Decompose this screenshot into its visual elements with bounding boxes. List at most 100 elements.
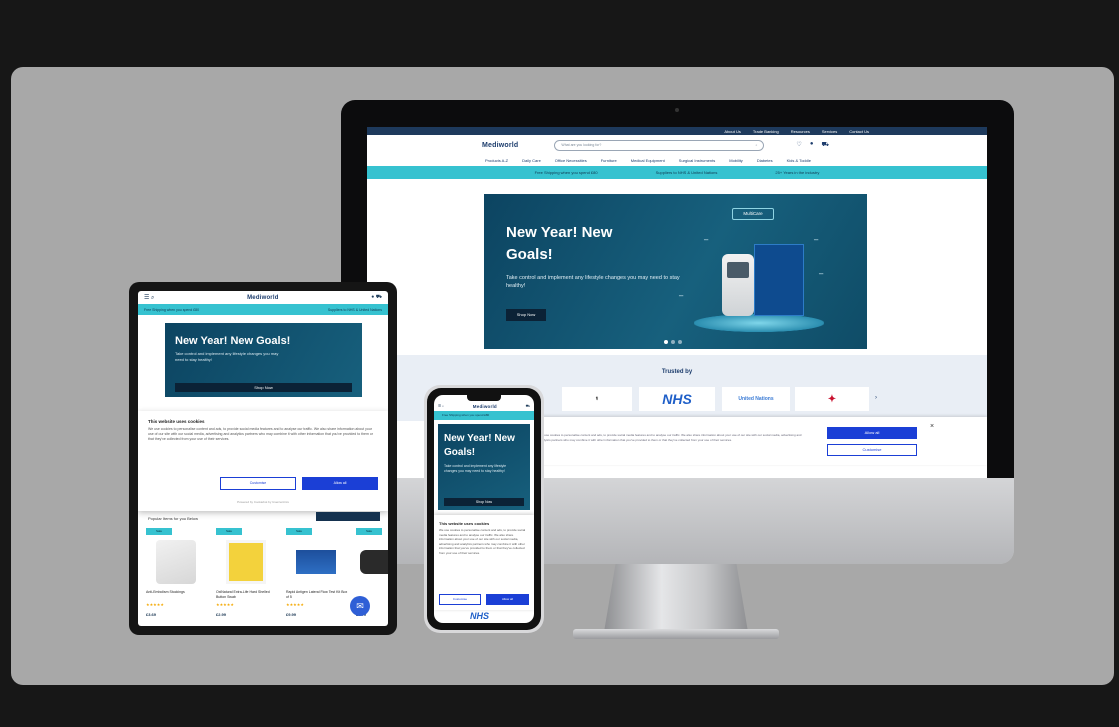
cookie-text: We use cookies to personalise content an… xyxy=(148,427,373,441)
shop-now-button[interactable]: Shop Now xyxy=(175,383,352,392)
cart-icon[interactable]: ⛟ xyxy=(526,404,530,409)
phone-mockup: ☰ ⌕ Mediworld ⛟ Free Shipping when you s… xyxy=(424,385,544,633)
sale-badge: Sale xyxy=(146,528,172,535)
glucose-meter-image xyxy=(722,254,754,316)
hero-banner[interactable]: New Year! New Goals! Take control and im… xyxy=(165,323,362,397)
product-price: £9.99 xyxy=(286,612,297,617)
nav-item[interactable]: Office Necessities xyxy=(555,158,587,163)
hero-banner[interactable]: New Year! New Goals! Take control and im… xyxy=(438,424,530,510)
shipping-message: Suppliers to NHS & United Nations xyxy=(327,307,382,312)
tablet-header: ☰ ⌕ Mediworld ● ⛟ xyxy=(138,291,388,304)
allow-all-button[interactable]: Allow all xyxy=(486,594,529,605)
logo[interactable]: Mediworld xyxy=(473,404,497,409)
topbar-link[interactable]: Contact Us xyxy=(849,129,869,134)
product-box-image xyxy=(754,244,804,316)
product-card[interactable]: Sale Rapid Antigen Lateral Flow Test Kit… xyxy=(286,528,348,623)
product-image xyxy=(296,550,336,574)
nav-item[interactable]: Kids & Toddle xyxy=(787,158,811,163)
topbar-link[interactable]: About Us xyxy=(724,129,740,134)
customise-button[interactable]: Customise xyxy=(439,594,481,605)
product-name: Anti-Embolism Stockings xyxy=(146,590,185,594)
un-logo: United Nations xyxy=(722,387,790,411)
camera-icon xyxy=(675,108,679,112)
topbar-link[interactable]: Services xyxy=(822,129,837,134)
callout-line: ━━ xyxy=(819,272,824,276)
cookie-title: This website uses cookies xyxy=(439,521,490,526)
hero-title: New Year! New Goals! xyxy=(506,224,613,263)
topbar-link[interactable]: Trade Banking xyxy=(753,129,779,134)
hero-text: Take control and implement any lifestyle… xyxy=(444,464,507,473)
close-icon[interactable]: × xyxy=(930,423,934,430)
imac-stand xyxy=(604,564,748,632)
phone-bezel: ☰ ⌕ Mediworld ⛟ Free Shipping when you s… xyxy=(427,388,541,630)
nav-item[interactable]: Surgical Instruments xyxy=(679,158,715,163)
podium-graphic xyxy=(694,314,824,332)
section-title: Popular Items for you Below xyxy=(148,516,199,521)
wishlist-icon[interactable]: ♡ xyxy=(796,141,801,149)
product-card[interactable]: Sale OxiNatural Extra-Life Hard Shelled … xyxy=(216,528,278,623)
star-rating: ★★★★★ xyxy=(146,602,164,607)
tablet-mockup: ☰ ⌕ Mediworld ● ⛟ Free Shipping when you… xyxy=(129,282,397,635)
search-icon[interactable]: ⌕ xyxy=(755,143,757,147)
view-all-button[interactable] xyxy=(316,512,380,521)
product-card[interactable]: Sale Anti-Embolism Stockings ★★★★★ £3.69 xyxy=(146,528,208,623)
nav-item[interactable]: Products A-Z xyxy=(485,158,508,163)
top-utility-bar: About Us Trade Banking Resources Service… xyxy=(367,127,987,135)
nhs-logo: NHS xyxy=(639,387,715,411)
callout-line: ━━ xyxy=(704,238,709,242)
chevron-right-icon[interactable]: › xyxy=(875,395,877,401)
site-header: Mediworld What are you looking for? ⌕ ♡ … xyxy=(367,135,987,155)
nav-item[interactable]: Diabetes xyxy=(757,158,773,163)
callout-line: ━━ xyxy=(814,238,819,242)
chat-icon[interactable]: ✉ xyxy=(350,596,370,616)
shipping-bar: Free Shipping when you spend £80 xyxy=(434,411,534,420)
powered-by: Powered by Cookiebot by Usercentrics xyxy=(237,500,289,504)
main-nav: Products A-Z Daily Care Office Necessiti… xyxy=(367,155,987,166)
shop-now-button[interactable]: Shop Now xyxy=(444,498,524,506)
cart-icon[interactable]: ● ⛟ xyxy=(371,294,382,301)
carousel-dots[interactable] xyxy=(664,340,682,344)
cookie-text: We use cookies to personalise content an… xyxy=(439,528,526,555)
cart-icon[interactable]: ⛟ xyxy=(821,141,829,149)
hero-title: New Year! New Goals! xyxy=(444,433,515,458)
shipping-message: Free Shipping when you spend £80 xyxy=(534,170,598,175)
product-name: Rapid Antigen Lateral Flow Test Kit Box … xyxy=(286,590,348,599)
mobile-website: ☰ ⌕ Mediworld ⛟ Free Shipping when you s… xyxy=(434,395,534,623)
sale-badge: Sale xyxy=(216,528,242,535)
product-image xyxy=(226,540,266,584)
sale-badge: Sale xyxy=(356,528,382,535)
shipping-bar: Free Shipping when you spend £80 Supplie… xyxy=(138,304,388,315)
menu-icon[interactable]: ☰ ⌕ xyxy=(144,294,154,302)
search-input[interactable]: What are you looking for? ⌕ xyxy=(554,139,765,151)
hero-banner[interactable]: New Year! New Goals! Take control and im… xyxy=(484,194,867,349)
header-icons: ♡ ● ⛟ xyxy=(796,141,829,149)
customise-button[interactable]: Customise xyxy=(827,444,917,456)
shop-now-button[interactable]: Shop Now xyxy=(506,309,546,321)
allow-all-button[interactable]: Allow all xyxy=(302,477,378,490)
partner-logo: ⚕ xyxy=(562,387,632,411)
star-rating: ★★★★★ xyxy=(216,602,234,607)
customise-button[interactable]: Customise xyxy=(220,477,296,490)
topbar-link[interactable]: Resources xyxy=(791,129,810,134)
tablet-website: ☰ ⌕ Mediworld ● ⛟ Free Shipping when you… xyxy=(138,291,388,626)
showcase-background: About Us Trade Banking Resources Service… xyxy=(11,67,1114,685)
nav-item[interactable]: Mobility xyxy=(729,158,743,163)
star-rating: ★★★★★ xyxy=(286,602,304,607)
product-image xyxy=(156,540,196,584)
partner-logo: ✦ xyxy=(795,387,869,411)
product-image xyxy=(360,550,388,574)
cookie-text: We use cookies to personalise content an… xyxy=(539,433,802,442)
product-price: £2.99 xyxy=(216,612,227,617)
nav-item[interactable]: Medical Equipment xyxy=(631,158,665,163)
menu-icon[interactable]: ☰ ⌕ xyxy=(438,404,444,408)
hero-text: Take control and implement any lifestyle… xyxy=(506,275,680,289)
nav-item[interactable]: Daily Care xyxy=(522,158,541,163)
cookie-dialog: This website uses cookies We use cookies… xyxy=(138,411,388,511)
sale-badge: Sale xyxy=(286,528,312,535)
allow-all-button[interactable]: Allow all xyxy=(827,427,917,439)
logo[interactable]: Mediworld xyxy=(482,142,518,149)
logo[interactable]: Mediworld xyxy=(247,295,278,301)
nav-item[interactable]: Furniture xyxy=(601,158,617,163)
cookie-dialog: This website uses cookies We use cookies… xyxy=(434,515,534,610)
account-icon[interactable]: ● xyxy=(810,141,814,149)
